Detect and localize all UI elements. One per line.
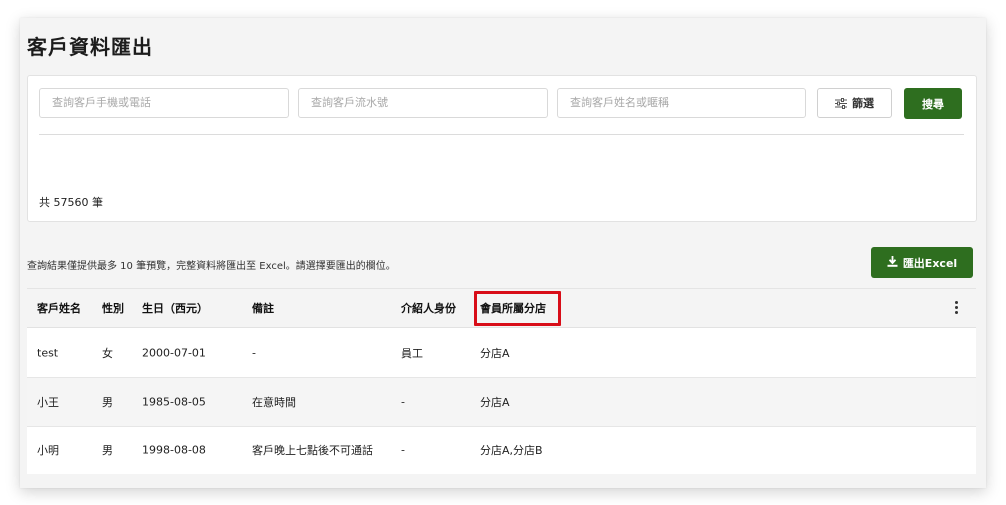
phone-search-input[interactable]: 查詢客戶手機或電話 xyxy=(39,88,289,118)
cell-name: test xyxy=(37,346,59,360)
preview-table: 客戶姓名 性別 生日（西元） 備註 介紹人身份 會員所屬分店 test 女 20… xyxy=(27,288,976,474)
cell-referrer: - xyxy=(401,443,405,457)
column-header-note[interactable]: 備註 xyxy=(252,300,274,316)
cell-birthday: 1998-08-08 xyxy=(142,443,206,457)
total-count: 共 57560 筆 xyxy=(39,196,103,209)
cell-referrer: 員工 xyxy=(401,347,423,360)
serial-search-input[interactable]: 查詢客戶流水號 xyxy=(298,88,548,118)
cell-note: 在意時間 xyxy=(252,396,296,409)
cell-branch: 分店A xyxy=(480,347,510,360)
sliders-icon xyxy=(835,97,847,109)
export-excel-label: 匯出Excel xyxy=(902,256,958,270)
table-header-row: 客戶姓名 性別 生日（西元） 備註 介紹人身份 會員所屬分店 xyxy=(27,289,976,328)
table-row: 小明 男 1998-08-08 客戶晚上七點後不可通話 - 分店A,分店B xyxy=(27,427,976,474)
cell-branch: 分店A,分店B xyxy=(480,444,543,457)
filter-button[interactable]: 篩選 xyxy=(817,88,892,118)
cell-birthday: 1985-08-05 xyxy=(142,395,206,409)
table-row: test 女 2000-07-01 - 員工 分店A xyxy=(27,328,976,378)
cell-gender: 女 xyxy=(102,347,113,360)
table-row: 小王 男 1985-08-05 在意時間 - 分店A xyxy=(27,378,976,427)
cell-name: 小王 xyxy=(37,396,59,409)
highlight-box xyxy=(474,291,561,326)
column-header-birthday[interactable]: 生日（西元） xyxy=(142,300,208,316)
cell-note: 客戶晚上七點後不可通話 xyxy=(252,444,373,457)
cell-branch: 分店A xyxy=(480,396,510,409)
export-page: 客戶資料匯出 查詢客戶手機或電話 查詢客戶流水號 查詢客戶姓名或暱稱 篩選 搜尋… xyxy=(20,18,986,488)
more-vertical-icon[interactable] xyxy=(948,300,964,316)
page-title: 客戶資料匯出 xyxy=(27,35,153,59)
cell-note: - xyxy=(252,346,256,360)
column-header-name[interactable]: 客戶姓名 xyxy=(37,300,81,316)
export-notice: 查詢結果僅提供最多 10 筆預覽，完整資料將匯出至 Excel。請選擇要匯出的欄… xyxy=(27,261,396,272)
download-icon xyxy=(887,255,898,270)
cell-gender: 男 xyxy=(102,396,113,409)
cell-name: 小明 xyxy=(37,444,59,457)
export-excel-button[interactable]: 匯出Excel xyxy=(871,247,973,278)
column-header-gender[interactable]: 性別 xyxy=(102,300,124,316)
cell-referrer: - xyxy=(401,395,405,409)
search-panel: 查詢客戶手機或電話 查詢客戶流水號 查詢客戶姓名或暱稱 篩選 搜尋 共 5756… xyxy=(27,75,977,222)
name-search-input[interactable]: 查詢客戶姓名或暱稱 xyxy=(557,88,806,118)
cell-gender: 男 xyxy=(102,444,113,457)
filter-button-label: 篩選 xyxy=(852,97,874,110)
column-header-referrer[interactable]: 介紹人身份 xyxy=(401,300,456,316)
search-button[interactable]: 搜尋 xyxy=(904,88,962,119)
divider xyxy=(39,134,964,135)
cell-birthday: 2000-07-01 xyxy=(142,346,206,360)
